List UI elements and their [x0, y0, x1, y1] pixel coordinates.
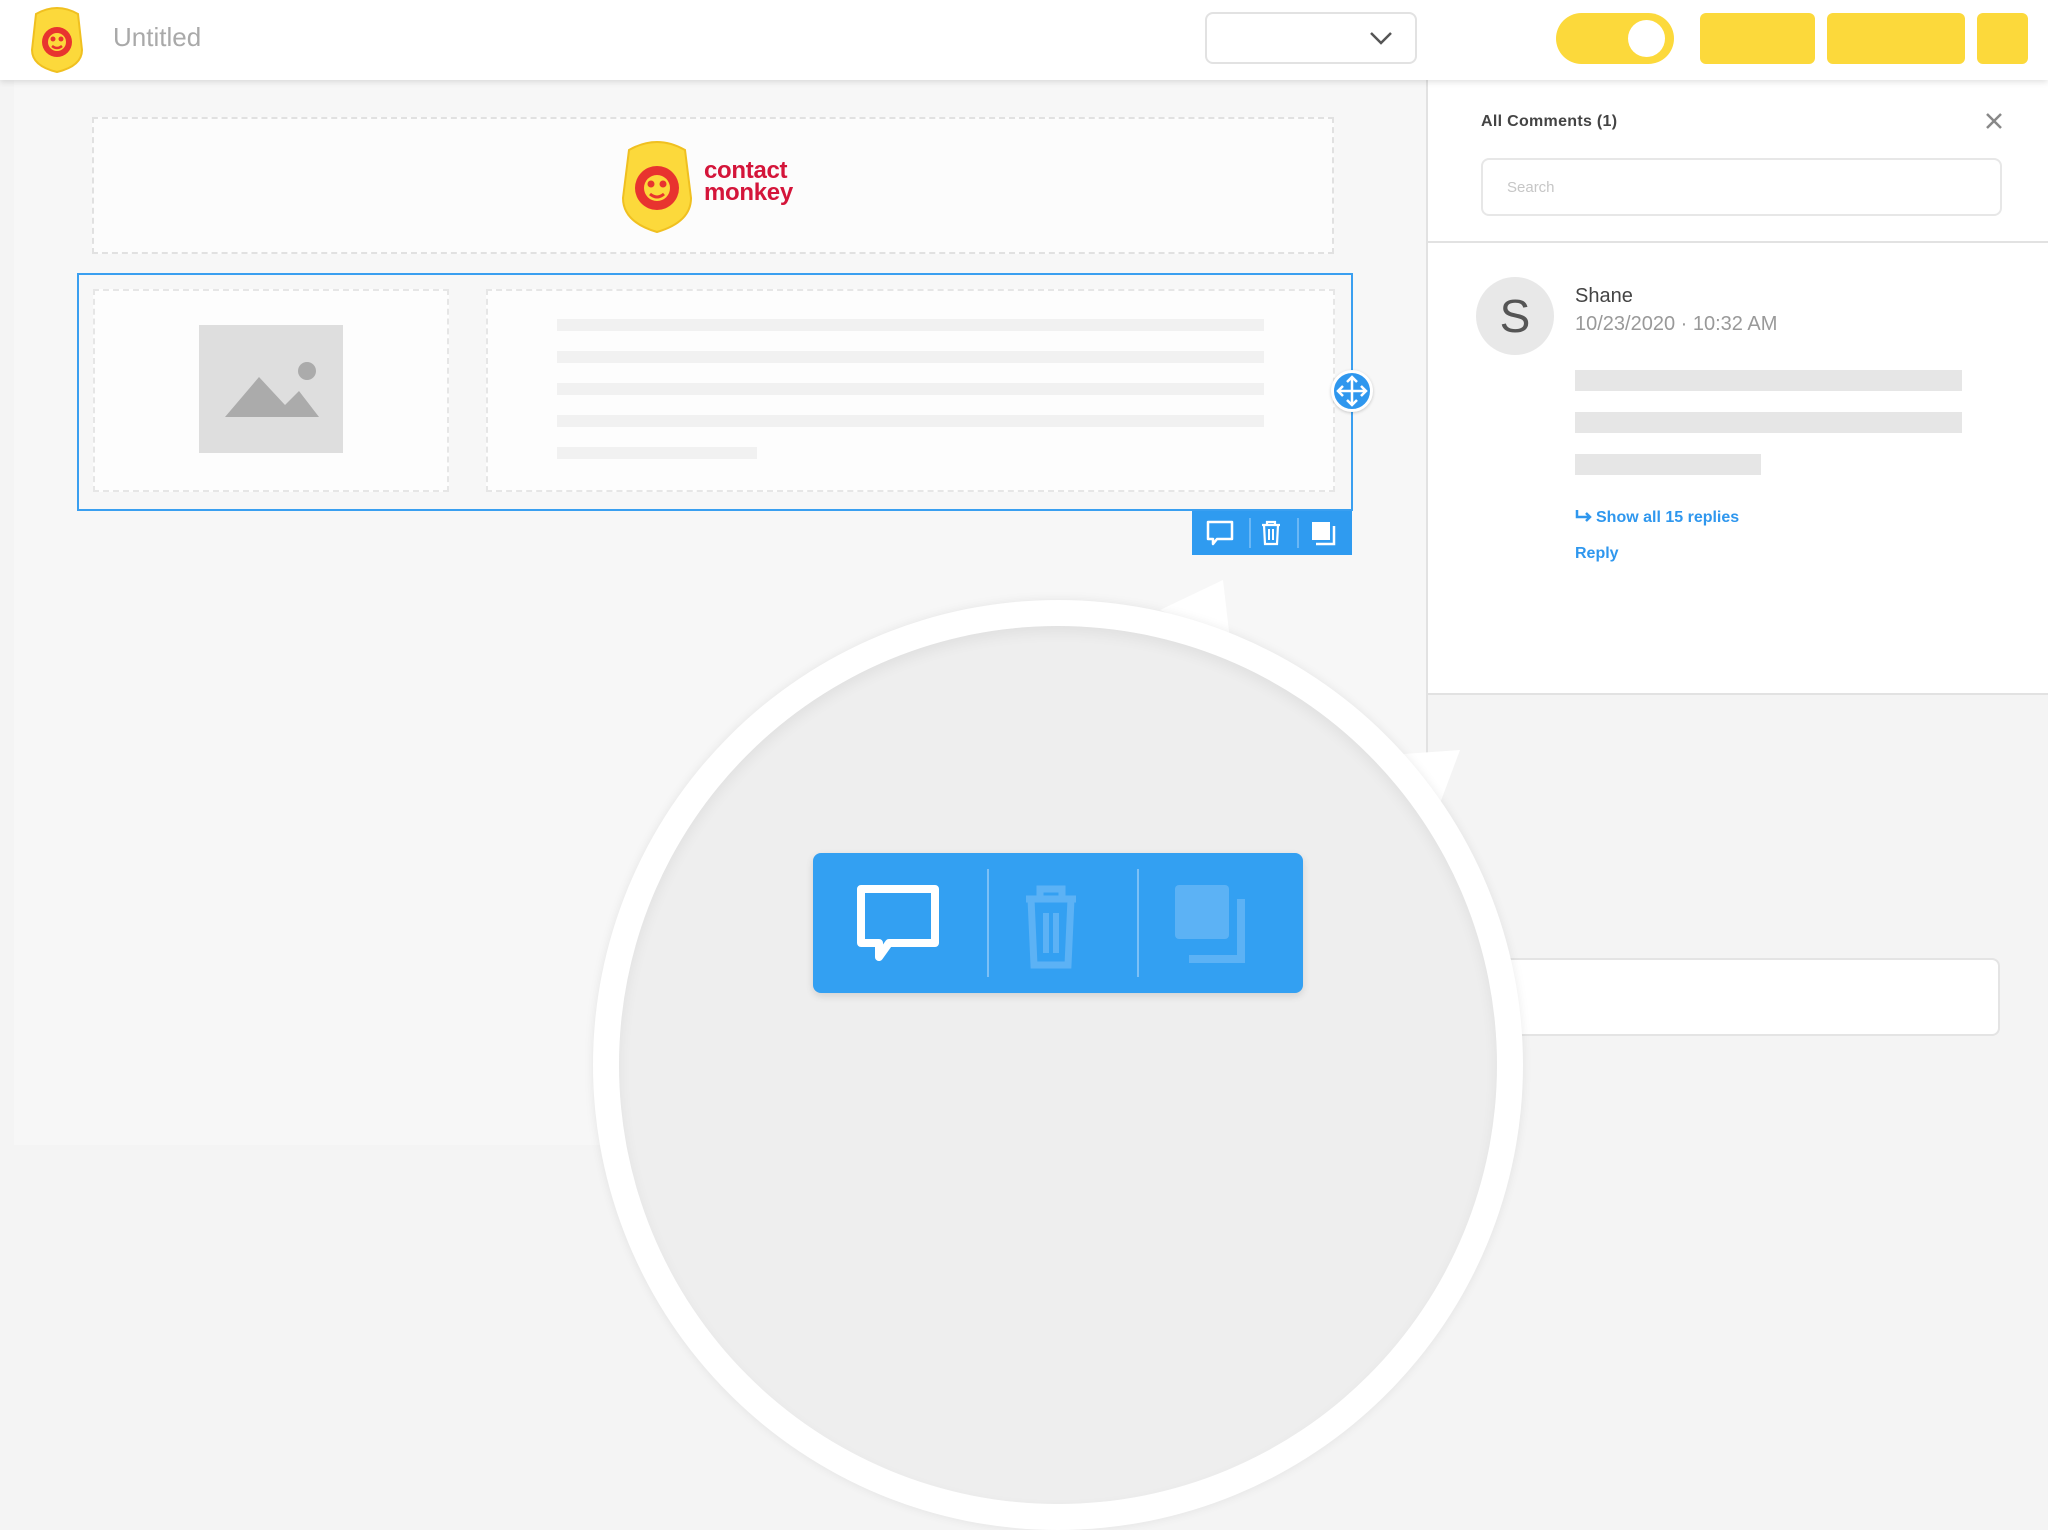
magnifier-lens: [619, 626, 1497, 1504]
comment-author: Shane: [1575, 285, 1633, 307]
toolbar-separator: [1137, 869, 1139, 977]
document-title[interactable]: Untitled: [113, 22, 201, 53]
preview-toggle[interactable]: [1556, 13, 1674, 64]
show-replies-link[interactable]: Show all 15 replies: [1575, 509, 1739, 527]
action-button-1[interactable]: [1700, 13, 1815, 64]
duplicate-icon[interactable]: [1165, 881, 1255, 971]
comment-thread: S Shane 10/23/2020 · 10:32 AM Show all 1…: [1428, 243, 2048, 695]
comment-icon[interactable]: [853, 881, 943, 971]
chevron-down-icon: [1370, 32, 1392, 45]
comment-text-placeholder: [1575, 370, 1962, 391]
comment-timestamp: 10/23/2020 · 10:32 AM: [1575, 313, 1778, 335]
trash-icon[interactable]: [1006, 881, 1096, 971]
top-dropdown[interactable]: [1205, 12, 1417, 64]
contact-monkey-logo-icon: [621, 141, 693, 234]
text-line-placeholder: [557, 415, 1264, 427]
text-line-placeholder: [557, 383, 1264, 395]
comment-icon[interactable]: [1205, 519, 1235, 547]
zoomed-block-toolbar: [813, 853, 1303, 993]
toolbar-separator: [987, 869, 989, 977]
top-bar: Untitled: [0, 0, 2048, 80]
move-icon: [1336, 375, 1368, 407]
action-button-3[interactable]: [1977, 13, 2028, 64]
comments-search-input[interactable]: [1481, 158, 2002, 216]
comment-reply-input[interactable]: [1462, 958, 2000, 1036]
toolbar-separator: [1297, 518, 1299, 548]
block-toolbar: [1192, 511, 1352, 555]
move-handle[interactable]: [1331, 370, 1373, 412]
trash-icon[interactable]: [1256, 519, 1286, 547]
text-line-placeholder: [557, 447, 757, 459]
image-placeholder-icon: [225, 362, 319, 417]
avatar: S: [1476, 277, 1554, 355]
comment-text-placeholder: [1575, 412, 1962, 433]
toolbar-separator: [1249, 518, 1251, 548]
toggle-knob: [1628, 20, 1665, 57]
show-replies-label: Show all 15 replies: [1596, 509, 1740, 526]
close-icon[interactable]: [1983, 110, 2005, 132]
brand-line-2: monkey: [704, 179, 793, 206]
text-line-placeholder: [557, 351, 1264, 363]
reply-arrow-icon: [1575, 510, 1592, 522]
image-placeholder[interactable]: [199, 325, 343, 453]
reply-link[interactable]: Reply: [1575, 545, 1619, 563]
comments-title: All Comments (1): [1481, 113, 1618, 130]
brand-wordmark: contact monkey: [704, 159, 793, 206]
text-line-placeholder: [557, 319, 1264, 331]
action-button-2[interactable]: [1827, 13, 1965, 64]
comment-text-placeholder: [1575, 454, 1761, 475]
duplicate-icon[interactable]: [1308, 519, 1338, 547]
comments-panel-header: All Comments (1): [1428, 80, 2048, 243]
app-logo-icon[interactable]: [28, 4, 86, 74]
